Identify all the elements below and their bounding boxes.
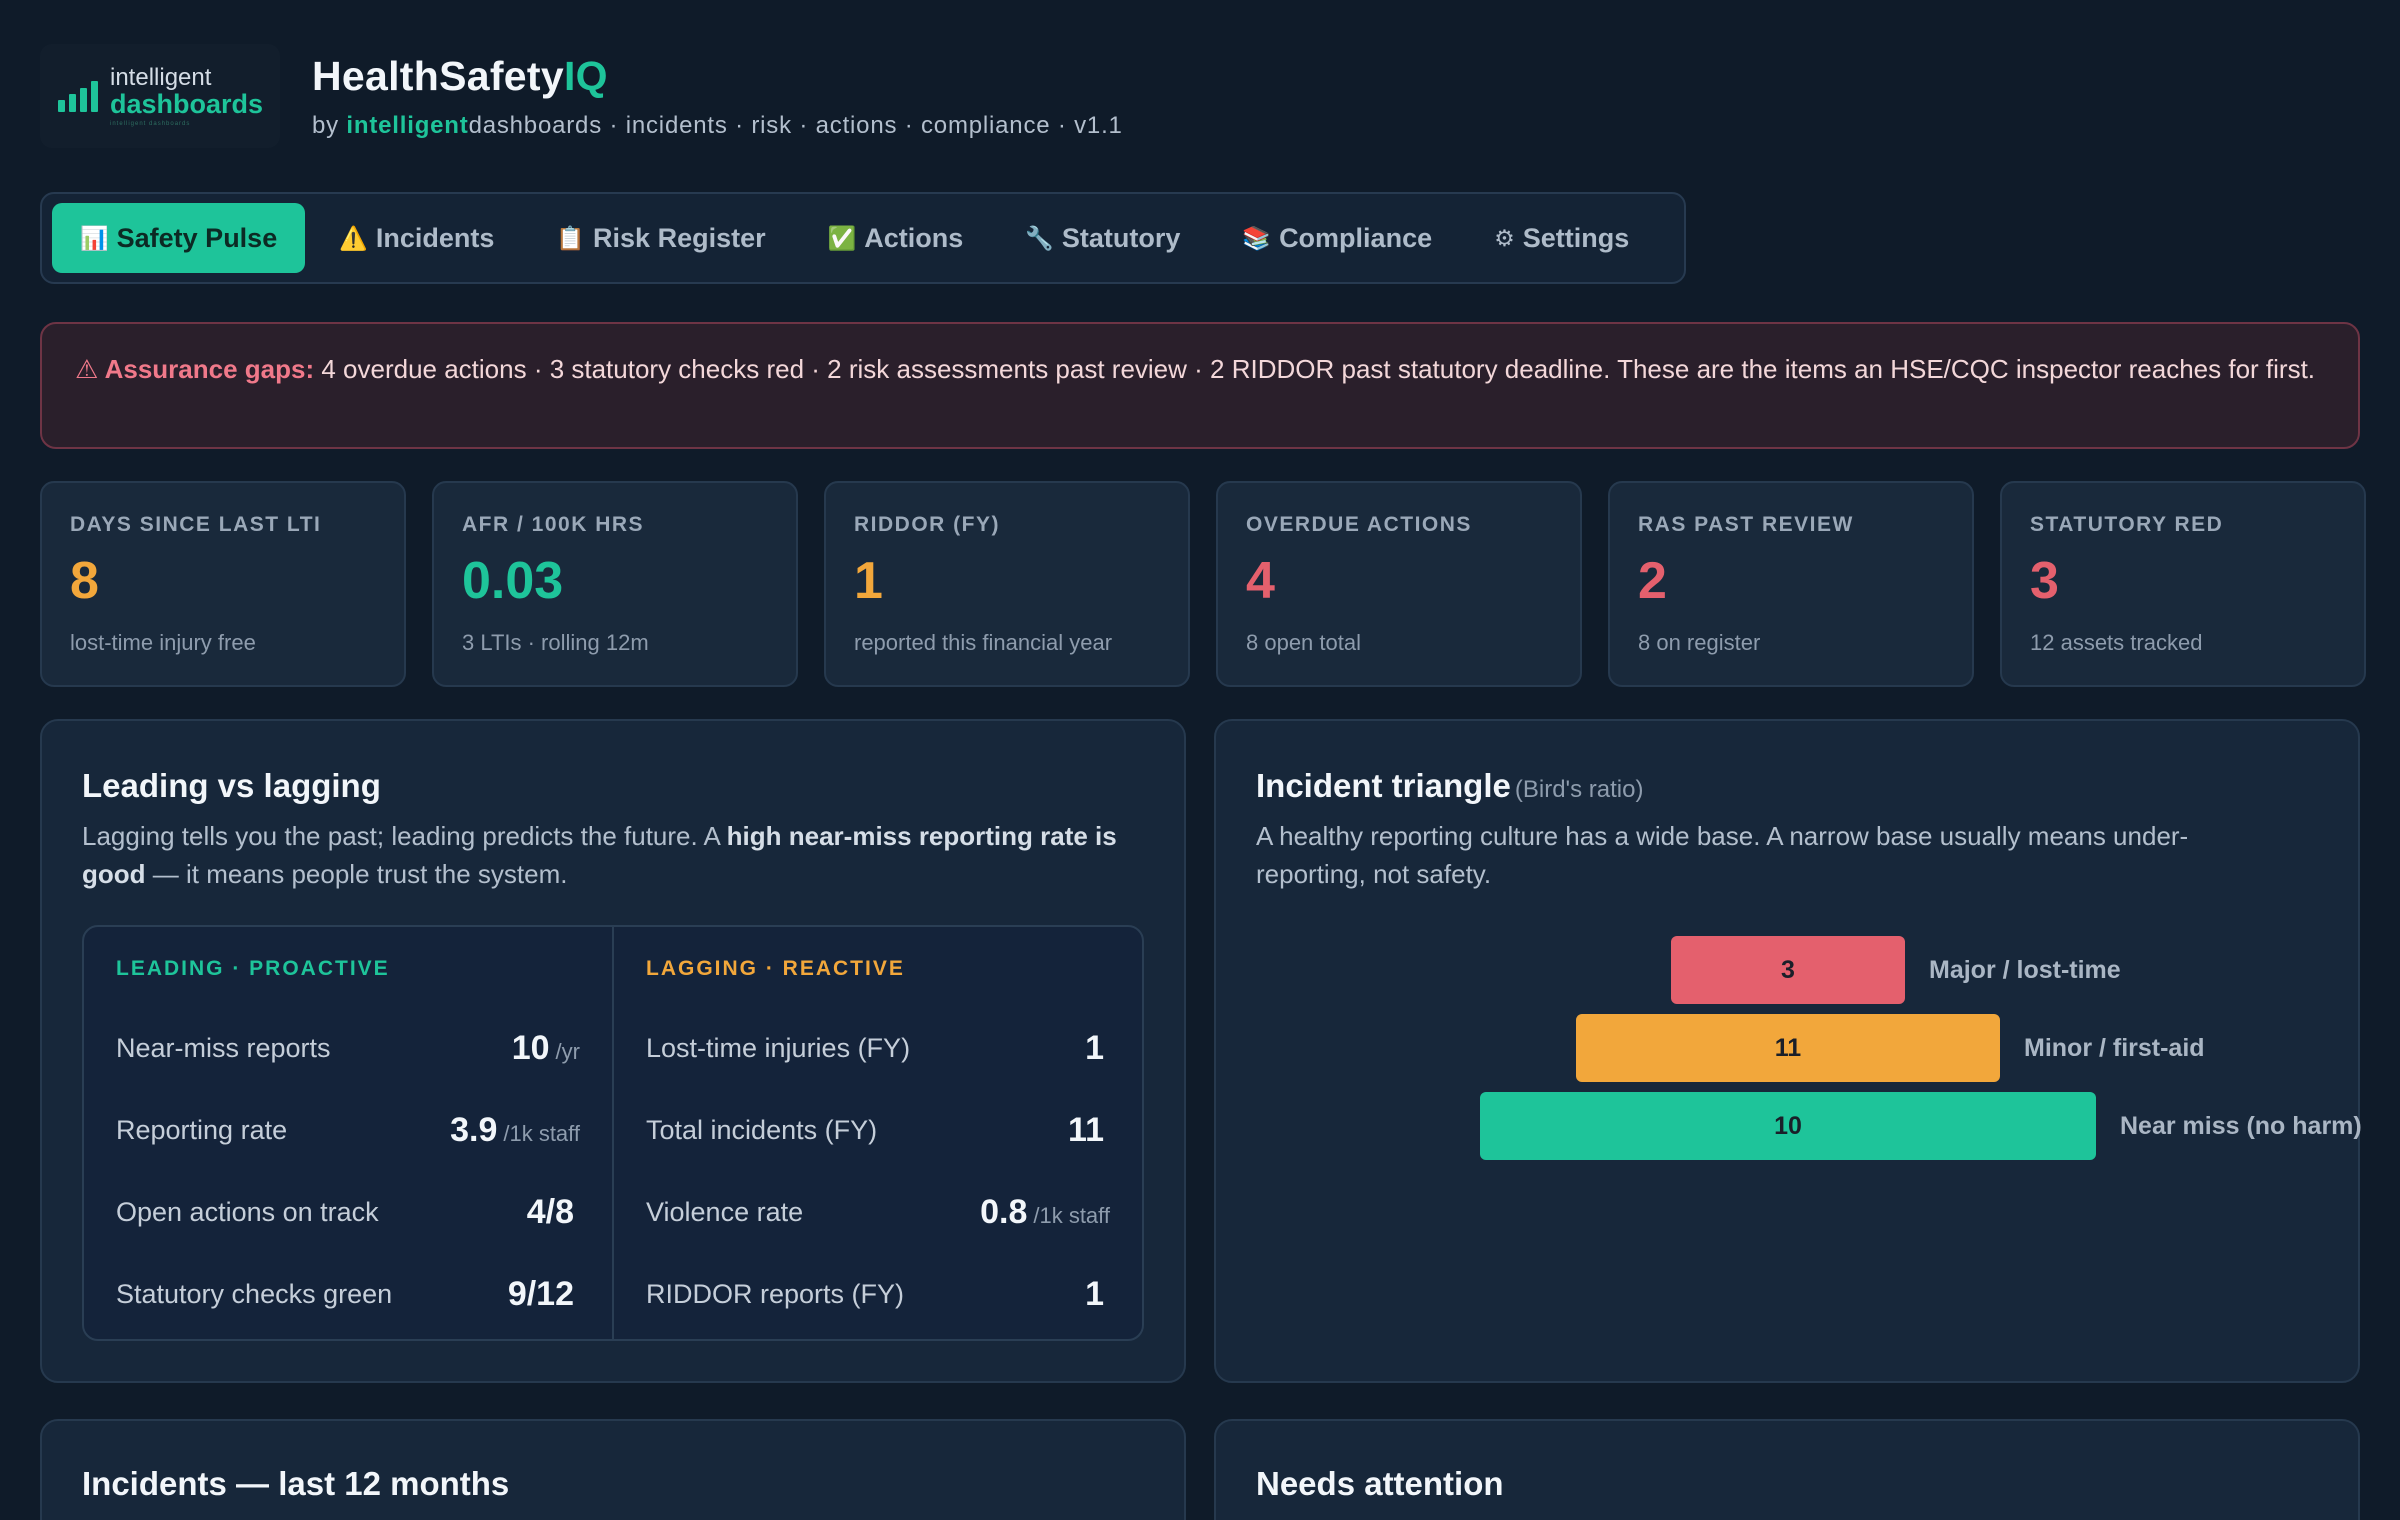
triangle-level-minor: 11 Minor / first-aid — [1576, 1014, 2205, 1082]
leading-column: LEADING · PROACTIVE Near-miss reports 10/… — [84, 927, 612, 1339]
chart-icon: 📊 — [80, 224, 109, 251]
metric-row: Reporting rate 3.9/1k staff — [116, 1110, 580, 1149]
app-subtitle: by intelligentdashboards · incidents · r… — [312, 111, 1123, 139]
wrench-icon: 🔧 — [1025, 224, 1054, 251]
assurance-gaps-alert: ⚠ Assurance gaps: 4 overdue actions · 3 … — [40, 322, 2360, 449]
kpi-label: AFR / 100K HRS — [462, 513, 645, 536]
logo-bottom-text: dashboards — [110, 88, 264, 119]
kpi-card-statutory-red[interactable]: STATUTORY RED 3 12 assets tracked — [2000, 481, 2366, 687]
metric-row: Violence rate 0.8/1k staff — [646, 1192, 1110, 1231]
triangle-bar[interactable]: 10 — [1480, 1092, 2096, 1160]
tab-actions[interactable]: ✅ Actions — [800, 203, 992, 273]
kpi-value: 0.03 — [462, 552, 564, 610]
kpi-sub: lost-time injury free — [70, 630, 256, 655]
kpi-label: OVERDUE ACTIONS — [1246, 513, 1472, 536]
kpi-card-afr[interactable]: AFR / 100K HRS 0.03 3 LTIs · rolling 12m — [432, 481, 798, 687]
kpi-value: 4 — [1246, 552, 1275, 610]
tab-compliance[interactable]: 📚 Compliance — [1214, 203, 1460, 273]
kpi-value: 1 — [854, 552, 883, 610]
incidents-12-months-panel: Incidents — last 12 months — [40, 1419, 1186, 1520]
main-tabs: 📊 Safety Pulse ⚠️ Incidents 📋 Risk Register… — [40, 192, 1686, 284]
kpi-card-days-since-lti[interactable]: DAYS SINCE LAST LTI 8 lost-time injury f… — [40, 481, 406, 687]
logo-top-text: intelligent — [110, 63, 212, 91]
triangle-level-major: 3 Major / lost-time — [1671, 936, 2121, 1004]
triangle-label: Near miss (no harm) — [2120, 1111, 2362, 1140]
app-header: intelligent dashboards intelligent dashb… — [40, 44, 1123, 148]
panel-title-note: (Bird's ratio) — [1514, 776, 1644, 803]
metric-row: Statutory checks green 9/12 — [116, 1274, 574, 1313]
triangle-bar[interactable]: 3 — [1671, 936, 1905, 1004]
lagging-column: LAGGING · REACTIVE Lost-time injuries (F… — [612, 927, 1142, 1339]
kpi-value: 3 — [2030, 552, 2059, 610]
metric-row: RIDDOR reports (FY) 1 — [646, 1274, 1104, 1313]
kpi-label: RIDDOR (FY) — [854, 513, 1000, 536]
panel-title: Incident triangle (Bird's ratio) — [1256, 767, 1644, 804]
tab-settings[interactable]: ⚙ Settings — [1466, 203, 1657, 273]
lagging-heading: LAGGING · REACTIVE — [646, 957, 905, 980]
kpi-sub: 8 open total — [1246, 630, 1361, 655]
kpi-card-overdue-actions[interactable]: OVERDUE ACTIONS 4 8 open total — [1216, 481, 1582, 687]
leading-heading: LEADING · PROACTIVE — [116, 957, 390, 980]
tab-statutory[interactable]: 🔧 Statutory — [997, 203, 1208, 273]
alert-text: 4 overdue actions · 3 statutory checks r… — [321, 354, 2316, 384]
warning-icon: ⚠ — [75, 354, 99, 384]
kpi-sub: reported this financial year — [854, 630, 1113, 655]
tab-risk-register[interactable]: 📋 Risk Register — [528, 203, 793, 273]
gear-icon: ⚙ — [1494, 224, 1515, 251]
panel-title: Incidents — last 12 months — [82, 1465, 510, 1502]
metric-row: Lost-time injuries (FY) 1 — [646, 1028, 1104, 1067]
tab-incidents[interactable]: ⚠️ Incidents — [311, 203, 522, 273]
kpi-label: RAS PAST REVIEW — [1638, 513, 1854, 536]
kpi-label: STATUTORY RED — [2030, 513, 2224, 536]
warning-icon: ⚠️ — [339, 224, 368, 251]
incident-triangle-panel: Incident triangle (Bird's ratio) A health… — [1214, 719, 2362, 1383]
triangle-label: Major / lost-time — [1929, 955, 2121, 984]
kpi-value: 8 — [70, 552, 99, 610]
tab-safety-pulse[interactable]: 📊 Safety Pulse — [52, 203, 306, 273]
kpi-sub: 12 assets tracked — [2030, 630, 2203, 655]
needs-attention-panel: Needs attention — [1214, 1419, 2360, 1520]
app-title: HealthSafetyIQ — [312, 52, 608, 99]
leading-lagging-panel: Leading vs lagging Lagging tells you the… — [40, 719, 1186, 1383]
leading-lagging-table: LEADING · PROACTIVE Near-miss reports 10/… — [82, 925, 1144, 1341]
triangle-label: Minor / first-aid — [2024, 1033, 2205, 1062]
kpi-label: DAYS SINCE LAST LTI — [70, 513, 322, 536]
kpi-card-riddor[interactable]: RIDDOR (FY) 1 reported this financial ye… — [824, 481, 1190, 687]
check-icon: ✅ — [827, 224, 857, 251]
triangle-level-near-miss: 10 Near miss (no harm) — [1480, 1092, 2362, 1160]
kpi-value: 2 — [1638, 552, 1667, 610]
panel-description: Lagging tells you the past; leading pred… — [82, 821, 1117, 889]
brand-logo[interactable]: intelligent dashboards intelligent dashb… — [40, 44, 280, 148]
logo-fine-text: intelligent dashboards — [110, 120, 191, 127]
kpi-sub: 8 on register — [1638, 630, 1761, 655]
clipboard-icon: 📋 — [556, 224, 586, 251]
kpi-card-ras-past-review[interactable]: RAS PAST REVIEW 2 8 on register — [1608, 481, 1974, 687]
triangle-bar[interactable]: 11 — [1576, 1014, 2000, 1082]
panel-title: Leading vs lagging — [82, 767, 381, 804]
alert-label: Assurance gaps: — [104, 354, 315, 384]
metric-row: Open actions on track 4/8 — [116, 1192, 574, 1231]
metric-row: Total incidents (FY) 11 — [646, 1110, 1104, 1149]
kpi-row: DAYS SINCE LAST LTI 8 lost-time injury f… — [40, 481, 2366, 687]
books-icon: 📚 — [1242, 224, 1272, 251]
panel-description: A healthy reporting culture has a wide b… — [1256, 821, 2189, 889]
kpi-sub: 3 LTIs · rolling 12m — [462, 630, 649, 655]
metric-row: Near-miss reports 10/yr — [116, 1028, 580, 1067]
panel-title: Needs attention — [1256, 1465, 1504, 1502]
bar-chart-icon — [58, 80, 98, 112]
